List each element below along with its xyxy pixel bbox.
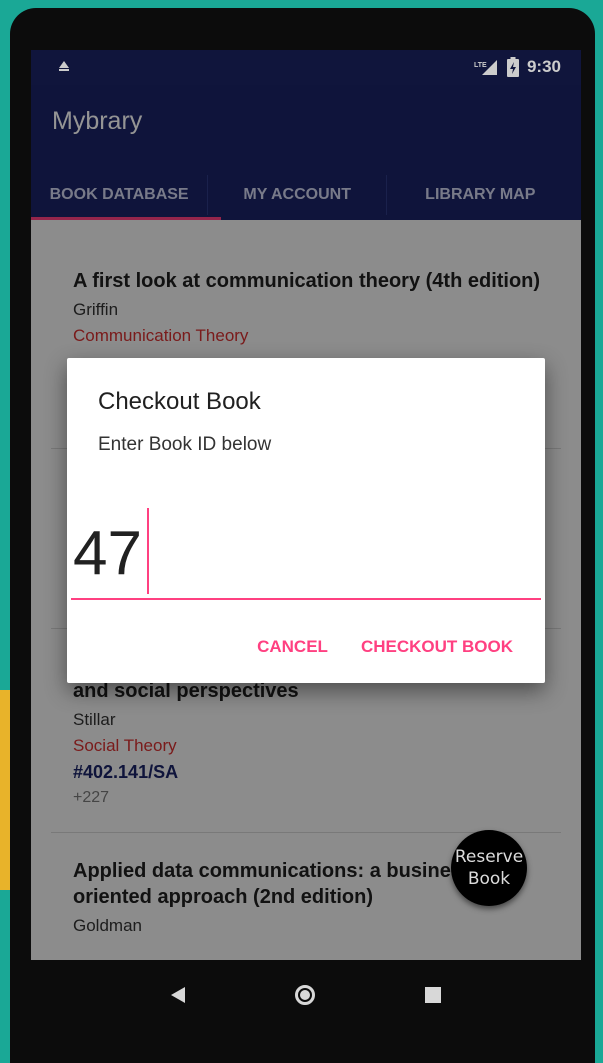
fab-label-line1: Reserve [454, 847, 524, 867]
checkout-book-button[interactable]: CHECKOUT BOOK [361, 637, 513, 657]
background-accent [0, 690, 10, 890]
fab-label-line2: Book [467, 869, 511, 889]
reserve-book-button[interactable]: Reserve Book [451, 830, 527, 906]
dialog-title: Checkout Book [98, 388, 261, 415]
checkout-dialog: Checkout Book Enter Book ID below 47 CAN… [67, 358, 545, 683]
cancel-button[interactable]: CANCEL [257, 637, 328, 657]
dialog-scrim-status [31, 50, 581, 85]
book-id-input[interactable]: 47 [71, 508, 541, 600]
back-icon[interactable] [171, 987, 185, 1003]
dialog-actions: CANCEL CHECKOUT BOOK [257, 637, 513, 657]
dialog-message: Enter Book ID below [98, 434, 272, 455]
app-screen: LTE 9:30 Mybrary BOOK DATABASE MY ACCOUN… [31, 50, 581, 960]
home-icon[interactable] [295, 985, 315, 1005]
device-edge [0, 0, 10, 690]
book-id-value: 47 [73, 519, 142, 588]
dialog-scrim-appbar [31, 85, 581, 220]
system-nav-bar [31, 960, 581, 1030]
text-cursor [147, 508, 149, 594]
recents-icon[interactable] [425, 987, 441, 1003]
